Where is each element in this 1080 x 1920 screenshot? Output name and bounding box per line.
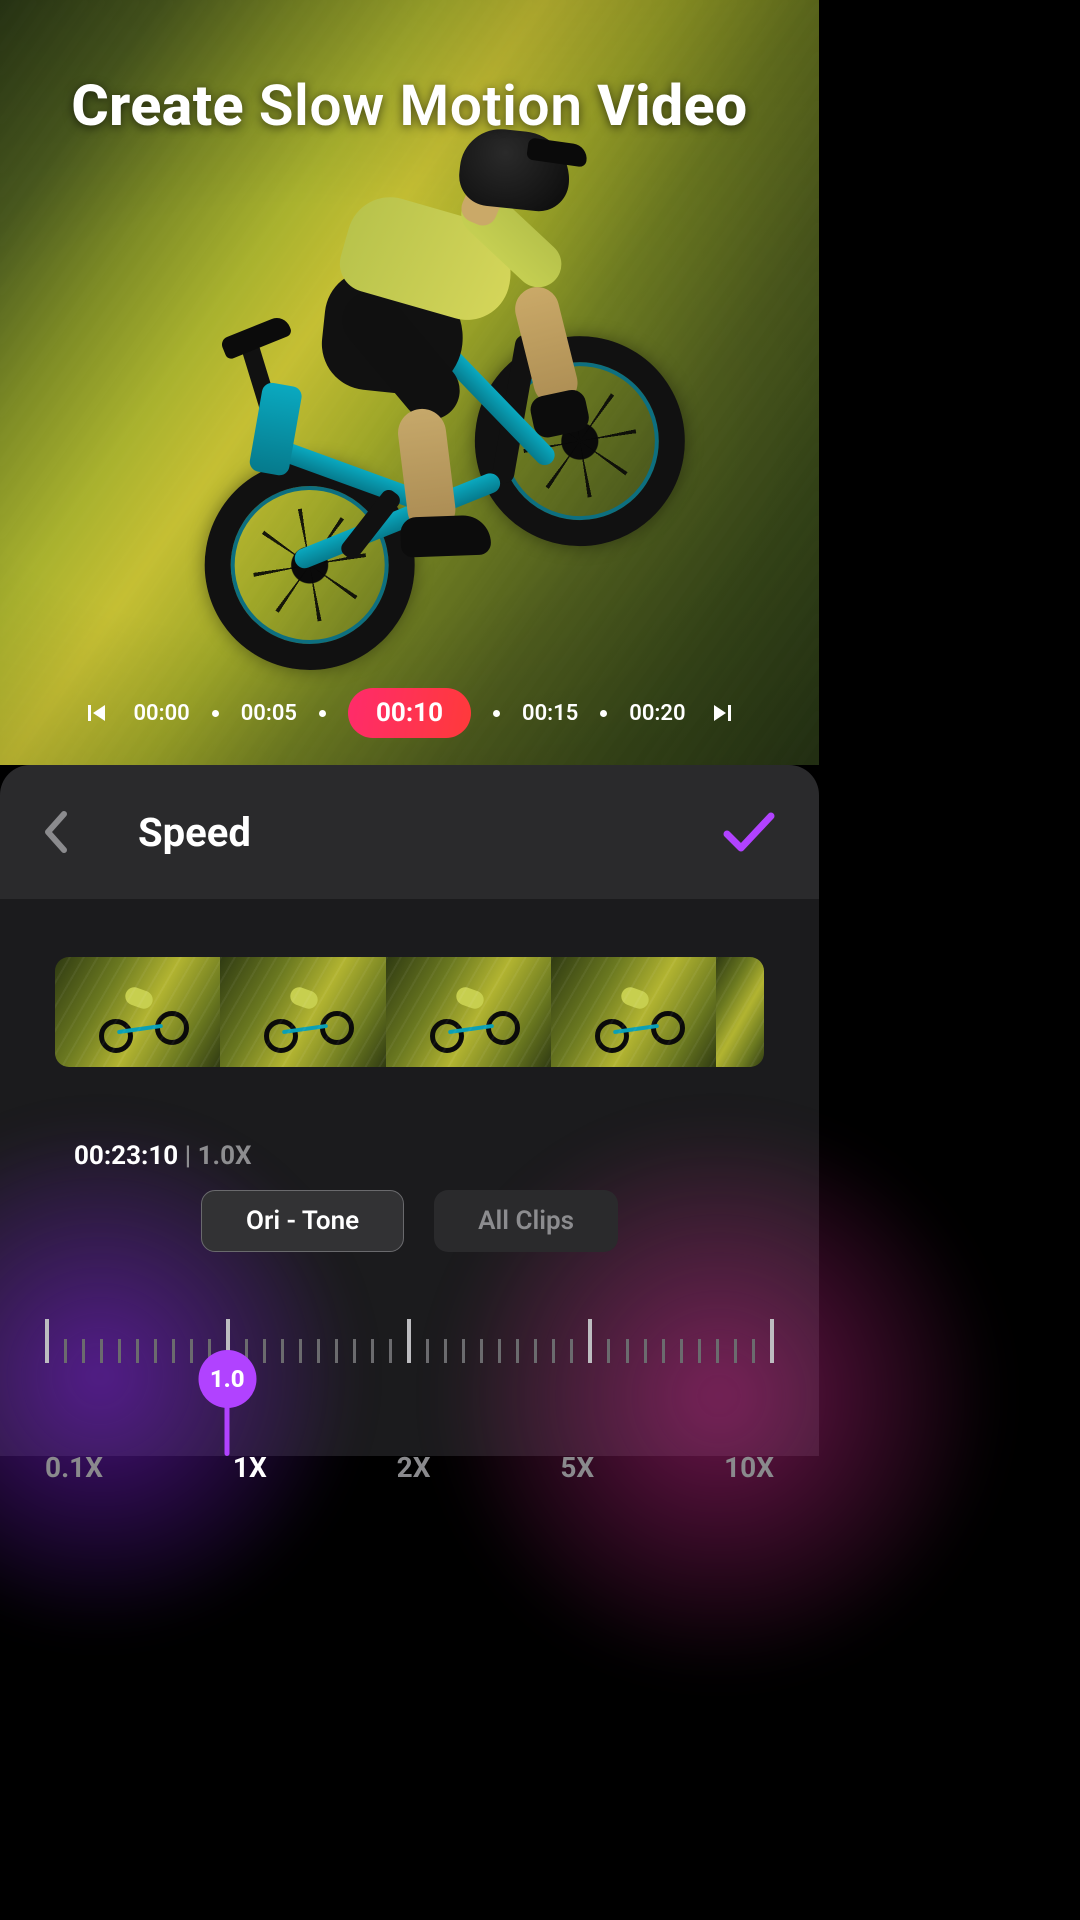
speed-handle-stem [225, 1406, 230, 1456]
title-part-3: Video [597, 72, 747, 139]
chevron-left-icon [38, 808, 72, 856]
page-title: Create Slow Motion Video [0, 72, 819, 139]
speed-option-buttons: Ori - Tone All Clips [0, 1190, 819, 1252]
speed-label-4: 10X [724, 1451, 774, 1484]
time-mark-3[interactable]: 00:15 [522, 701, 578, 726]
clip-info: 00:23:10 | 1.0X [74, 1141, 893, 1171]
skip-previous-icon [85, 701, 109, 725]
panel-body: 00:23:10 | 1.0X 0.1X 1X 2X 5X 10X 1.0 Or… [0, 899, 819, 1456]
panel-title: Speed [138, 809, 251, 856]
all-clips-button[interactable]: All Clips [434, 1190, 618, 1252]
time-separator-dot [600, 710, 607, 717]
clip-duration: 00:23:10 [74, 1141, 178, 1171]
time-mark-current[interactable]: 00:10 [348, 688, 471, 738]
clip-thumbnail [551, 957, 716, 1067]
time-separator-dot [212, 710, 219, 717]
step-forward-button[interactable] [708, 699, 736, 727]
ori-tone-button[interactable]: Ori - Tone [201, 1190, 404, 1252]
clip-separator: | [178, 1141, 197, 1171]
skip-next-icon [710, 701, 734, 725]
time-separator-dot [493, 710, 500, 717]
time-mark-4[interactable]: 00:20 [629, 701, 685, 726]
video-preview[interactable]: Create Slow Motion Video 00:00 00:05 00:… [0, 0, 819, 765]
step-back-button[interactable] [83, 699, 111, 727]
time-separator-dot [319, 710, 326, 717]
speed-value-bubble: 1.0 [198, 1350, 256, 1408]
clip-thumbnail [55, 957, 220, 1067]
panel-header: Speed [0, 765, 819, 899]
confirm-button[interactable] [721, 810, 777, 854]
clip-thumbnail [716, 957, 764, 1067]
clip-thumbnail [220, 957, 385, 1067]
check-icon [721, 810, 777, 854]
time-mark-1[interactable]: 00:05 [241, 701, 297, 726]
title-part-2: Slow Motion [244, 72, 597, 139]
preview-timeline: 00:00 00:05 00:10 00:15 00:20 [0, 688, 819, 738]
speed-panel: Speed [0, 765, 819, 1456]
clip-thumbnail [386, 957, 551, 1067]
speed-slider-handle[interactable]: 1.0 [0, 1350, 637, 1456]
time-mark-0[interactable]: 00:00 [133, 701, 189, 726]
back-button[interactable] [38, 808, 72, 856]
clip-strip[interactable] [55, 957, 764, 1067]
title-part-1: Create [71, 72, 244, 139]
clip-rate: 1.0X [198, 1141, 252, 1171]
